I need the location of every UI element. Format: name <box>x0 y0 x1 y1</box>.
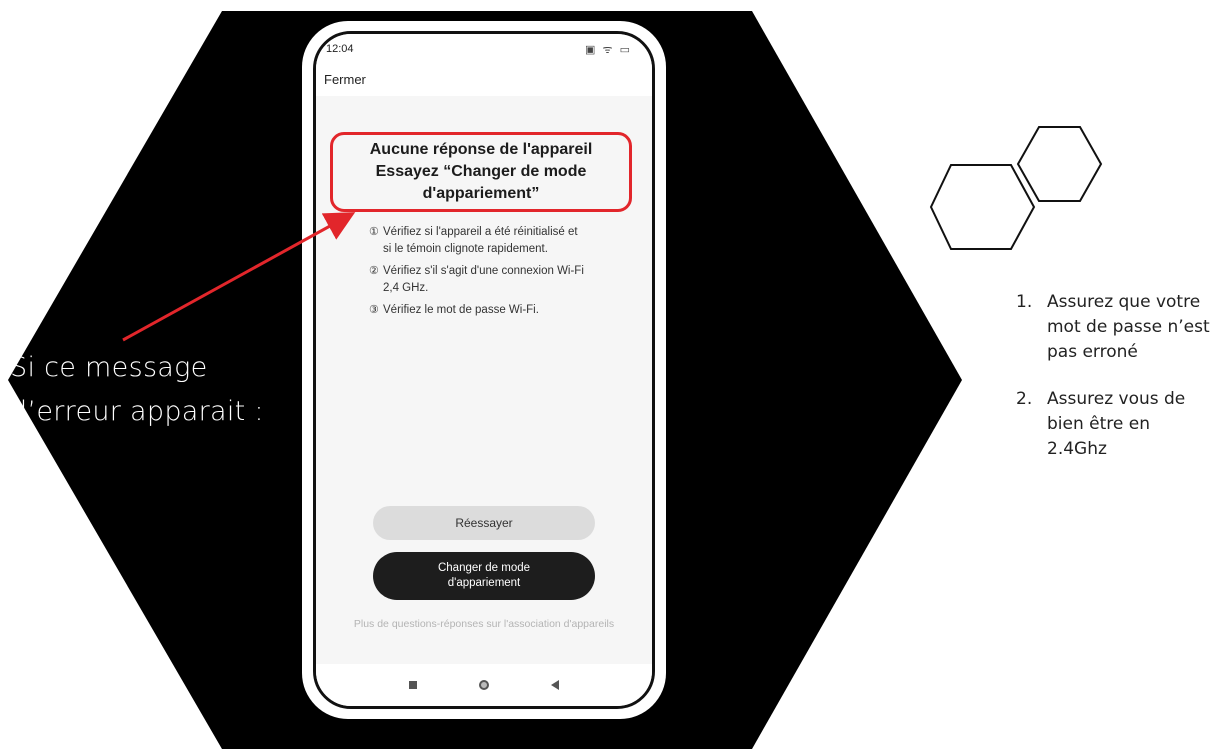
instruction-item: 1. Assurez que votre mot de passe n’est … <box>1016 290 1212 365</box>
instruction-number: 1. <box>1016 292 1033 312</box>
instruction-text: Assurez que votre mot de passe n’est pas… <box>1047 292 1210 362</box>
instruction-number: 2. <box>1016 389 1033 409</box>
instructions-list: 1. Assurez que votre mot de passe n’est … <box>1016 290 1212 484</box>
instruction-item: 2. Assurez vous de bien être en 2.4Ghz <box>1016 387 1212 462</box>
instruction-text: Assurez vous de bien être en 2.4Ghz <box>1047 389 1186 459</box>
